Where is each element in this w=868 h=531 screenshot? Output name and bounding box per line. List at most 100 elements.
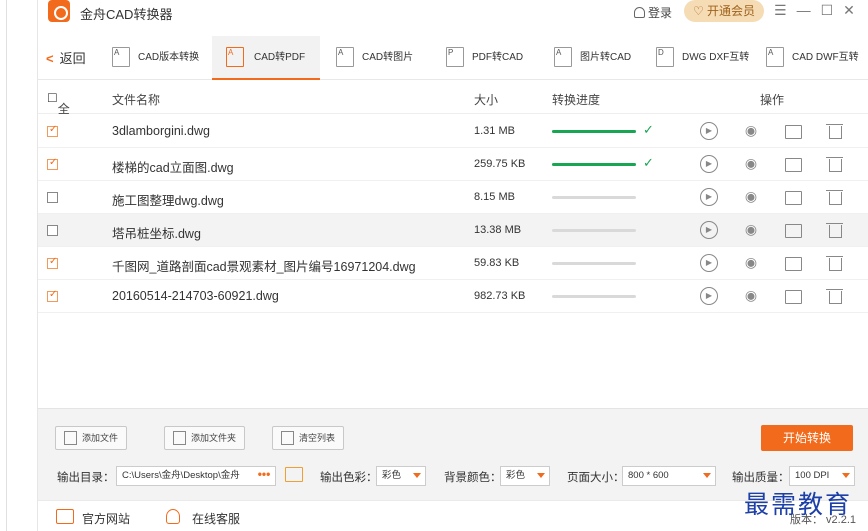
file-name: 楼梯的cad立面图.dwg <box>112 161 234 175</box>
vip-label: 开通会员 <box>707 4 756 18</box>
preview-eye-icon[interactable]: ◉ <box>742 221 760 239</box>
progress-bar <box>552 295 636 298</box>
tab-pdf-to-cad[interactable]: P PDF转CAD <box>444 36 523 80</box>
preview-eye-icon[interactable]: ◉ <box>742 188 760 206</box>
preview-eye-icon[interactable]: ◉ <box>742 122 760 140</box>
file-name: 塔吊桩坐标.dwg <box>112 227 201 241</box>
page-size-label: 页面大小： <box>567 472 625 484</box>
table-row[interactable]: 20160514-214703-60921.dwg 982.73 KB ▶ ◉ <box>38 280 868 313</box>
open-folder-icon[interactable] <box>784 254 802 272</box>
open-folder-icon[interactable] <box>784 122 802 140</box>
quality-select[interactable]: 100 DPI <box>789 466 855 486</box>
file-size: 259.75 KB <box>474 158 526 170</box>
tab-label: CAD转图片 <box>362 52 414 63</box>
tab-image-to-cad[interactable]: A 图片转CAD <box>552 36 631 80</box>
clear-list-label: 清空列表 <box>299 433 336 443</box>
close-icon[interactable]: ✕ <box>843 2 865 18</box>
select-all-checkbox[interactable]: ☐ 全选 <box>47 91 70 133</box>
preview-eye-icon[interactable]: ◉ <box>742 254 760 272</box>
output-color-select[interactable]: 彩色 <box>376 466 426 486</box>
row-checkbox[interactable] <box>47 157 58 170</box>
delete-trash-icon[interactable] <box>826 122 844 140</box>
table-row[interactable]: 塔吊桩坐标.dwg 13.38 MB ▶ ◉ <box>38 214 868 247</box>
column-progress: 转换进度 <box>552 93 601 107</box>
output-dir-label: 输出目录： <box>57 472 115 484</box>
column-actions: 操作 <box>760 93 785 107</box>
file-size: 8.15 MB <box>474 191 515 203</box>
play-icon[interactable]: ▶ <box>700 221 718 239</box>
play-icon[interactable]: ▶ <box>700 122 718 140</box>
table-row[interactable]: 楼梯的cad立面图.dwg 259.75 KB ✓ ▶ ◉ <box>38 148 868 181</box>
cad-converter-window: 金舟CAD转换器 登录 ♡ 开通会员 ☰—☐✕ < 返回 A CAD版本转换 A CA… <box>38 0 868 531</box>
progress-fill <box>552 130 636 133</box>
user-icon <box>634 7 645 18</box>
tab-cad-to-image[interactable]: A CAD转图片 <box>334 36 413 80</box>
bg-color-select[interactable]: 彩色 <box>500 466 550 486</box>
menu-icon[interactable]: ☰ <box>774 2 797 18</box>
add-folder-button[interactable]: 添加文件夹 <box>164 426 246 450</box>
table-row[interactable]: 施工图整理dwg.dwg 8.15 MB ▶ ◉ <box>38 181 868 214</box>
progress-bar <box>552 196 636 199</box>
dwg-file-icon: D <box>656 47 674 67</box>
bg-color-value: 彩色 <box>506 470 526 481</box>
vip-button[interactable]: ♡ 开通会员 <box>684 0 764 22</box>
delete-trash-icon[interactable] <box>826 155 844 173</box>
open-folder-icon[interactable] <box>784 287 802 305</box>
app-logo-icon <box>48 0 70 22</box>
file-size: 59.83 KB <box>474 257 520 269</box>
play-icon[interactable]: ▶ <box>700 287 718 305</box>
progress-bar <box>552 163 636 166</box>
delete-trash-icon[interactable] <box>826 188 844 206</box>
minimize-icon[interactable]: — <box>797 2 821 18</box>
play-icon[interactable]: ▶ <box>700 188 718 206</box>
open-folder-icon[interactable] <box>784 155 802 173</box>
row-checkbox[interactable] <box>47 225 58 236</box>
more-icon[interactable]: ••• <box>252 466 276 486</box>
preview-eye-icon[interactable]: ◉ <box>742 287 760 305</box>
delete-trash-icon[interactable] <box>826 221 844 239</box>
start-convert-button[interactable]: 开始转换 <box>761 425 853 451</box>
preview-eye-icon[interactable]: ◉ <box>742 155 760 173</box>
file-name: 20160514-214703-60921.dwg <box>112 289 279 303</box>
file-name: 3dlamborgini.dwg <box>112 124 210 138</box>
tab-label: CAD版本转换 <box>138 52 200 63</box>
online-service-label: 在线客服 <box>192 512 241 526</box>
delete-trash-icon[interactable] <box>826 254 844 272</box>
login-button[interactable]: 登录 <box>634 4 672 21</box>
watermark-text: 最需教育 <box>744 490 853 519</box>
table-row[interactable]: 3dlamborgini.dwg 1.31 MB ✓ ▶ ◉ <box>38 115 868 148</box>
row-checkbox[interactable] <box>47 289 58 302</box>
checkmark-icon: ✓ <box>643 122 654 137</box>
tab-label: CAD DWF互转 <box>792 52 859 63</box>
tab-cad-version[interactable]: A CAD版本转换 <box>110 36 199 80</box>
tab-cad-dwf[interactable]: A CAD DWF互转 <box>764 36 859 80</box>
title-bar: 金舟CAD转换器 登录 ♡ 开通会员 ☰—☐✕ <box>38 0 868 26</box>
row-checkbox[interactable] <box>47 256 58 269</box>
add-file-button[interactable]: 添加文件 <box>55 426 128 450</box>
dropdown-arrow-icon <box>842 473 850 478</box>
conversion-toolbar: < 返回 A CAD版本转换 A CAD转PDF A CAD转图片 P PDF转CAD A… <box>38 36 868 80</box>
progress-bar <box>552 262 636 265</box>
row-checkbox[interactable] <box>47 124 58 137</box>
play-icon[interactable]: ▶ <box>700 155 718 173</box>
open-folder-icon[interactable] <box>784 221 802 239</box>
official-site-link[interactable]: 官方网站 <box>56 509 130 527</box>
dropdown-arrow-icon <box>413 473 421 478</box>
play-icon[interactable]: ▶ <box>700 254 718 272</box>
dwf-file-icon: A <box>766 47 784 67</box>
page-size-select[interactable]: 800 * 600 <box>622 466 716 486</box>
back-label: 返回 <box>59 51 86 66</box>
row-checkbox[interactable] <box>47 192 58 203</box>
tab-cad-to-pdf[interactable]: A CAD转PDF <box>212 36 320 80</box>
open-folder-icon[interactable] <box>784 188 802 206</box>
add-folder-icon <box>173 431 186 445</box>
folder-icon[interactable] <box>285 467 303 482</box>
back-button[interactable]: < 返回 <box>46 48 86 67</box>
clear-list-button[interactable]: 清空列表 <box>272 426 345 450</box>
tab-dwg-dxf[interactable]: D DWG DXF互转 <box>654 36 749 80</box>
online-service-link[interactable]: 在线客服 <box>166 509 241 527</box>
maximize-icon[interactable]: ☐ <box>821 2 844 18</box>
delete-trash-icon[interactable] <box>826 287 844 305</box>
table-row[interactable]: 千图网_道路剖面cad景观素材_图片编号16971204.dwg 59.83 KB… <box>38 247 868 280</box>
cad-file-icon: A <box>336 47 354 67</box>
